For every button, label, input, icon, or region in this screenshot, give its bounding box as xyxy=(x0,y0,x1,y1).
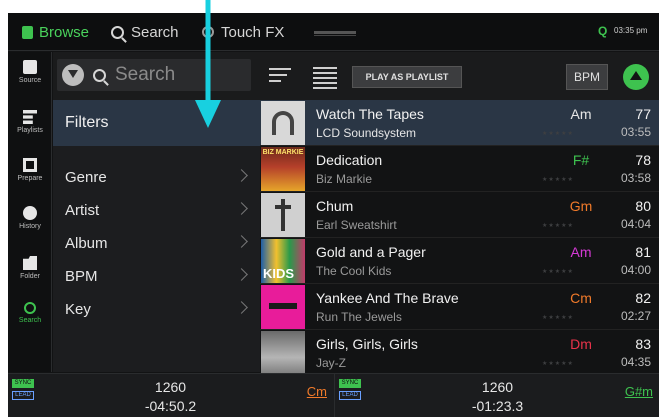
annotation-arrow-icon xyxy=(195,0,221,128)
arrow-head xyxy=(195,100,221,128)
